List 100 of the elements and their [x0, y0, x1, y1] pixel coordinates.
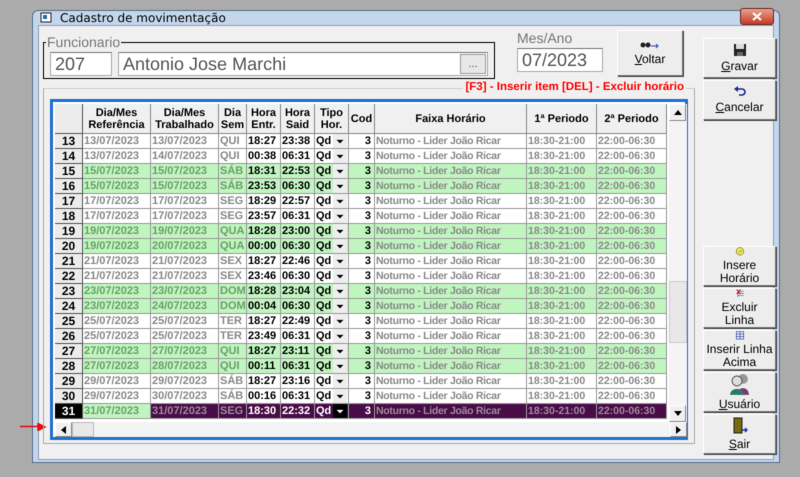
- field-label: Mes/Ano: [517, 30, 574, 46]
- table-cell: 3: [349, 284, 375, 299]
- table-cell: 19/07/2023: [83, 239, 151, 254]
- toolbar-button[interactable]: Insere Horário: [703, 246, 776, 286]
- caret-icon: [333, 239, 347, 253]
- type-dropdown[interactable]: Qd: [315, 239, 349, 254]
- type-dropdown[interactable]: Qd: [315, 344, 349, 359]
- toolbar-button[interactable]: Cancelar: [703, 80, 776, 120]
- caret-icon: [333, 149, 347, 163]
- table-cell: 18:30-21:00: [527, 299, 597, 314]
- toolbar-button[interactable]: Excluir Linha: [703, 288, 776, 328]
- column-header[interactable]: Dia Sem: [219, 104, 247, 134]
- row-number[interactable]: 28: [55, 359, 83, 374]
- table-cell: 06:30: [281, 239, 315, 254]
- table-cell: 22:00-06:30: [597, 179, 667, 194]
- binoculars-icon: [640, 40, 660, 50]
- month-year-field[interactable]: 07/2023: [517, 48, 603, 72]
- lookup-button[interactable]: ...: [460, 54, 486, 74]
- row-number[interactable]: 14: [55, 149, 83, 164]
- table-cell: 00:00: [247, 239, 281, 254]
- table-cell: 18:30-21:00: [527, 284, 597, 299]
- row-number[interactable]: 22: [55, 269, 83, 284]
- row-number[interactable]: 24: [55, 299, 83, 314]
- table-cell: 23:00: [281, 224, 315, 239]
- column-header[interactable]: Hora Entr.: [247, 104, 281, 134]
- table-cell: 3: [349, 299, 375, 314]
- row-number[interactable]: 15: [55, 164, 83, 179]
- table-cell: 19/07/2023: [83, 224, 151, 239]
- toolbar-button[interactable]: Sair: [703, 414, 776, 454]
- table-cell: DOM: [219, 299, 247, 314]
- caret-icon: [333, 299, 347, 313]
- type-dropdown[interactable]: Qd: [315, 284, 349, 299]
- row-number[interactable]: 25: [55, 314, 83, 329]
- table-cell: 3: [349, 359, 375, 374]
- toolbar-button[interactable]: Usuário: [703, 372, 776, 412]
- table-cell: 23:53: [247, 179, 281, 194]
- table-cell: Noturno - Lider João Ricar: [375, 224, 527, 239]
- table-cell: Noturno - Lider João Ricar: [375, 299, 527, 314]
- table-cell: 3: [349, 239, 375, 254]
- type-dropdown[interactable]: Qd: [315, 299, 349, 314]
- row-number[interactable]: 17: [55, 194, 83, 209]
- row-number[interactable]: 13: [55, 134, 83, 149]
- row-number[interactable]: 23: [55, 284, 83, 299]
- table-cell: 27/07/2023: [83, 359, 151, 374]
- type-dropdown[interactable]: Qd: [315, 224, 349, 239]
- toolbar-button[interactable]: Inserir Linha Acima: [703, 330, 776, 370]
- users-icon: [728, 373, 752, 395]
- type-dropdown[interactable]: Qd: [315, 404, 349, 419]
- table-cell: Noturno - Lider João Ricar: [375, 284, 527, 299]
- column-header[interactable]: 2ª Periodo: [597, 104, 667, 134]
- row-number[interactable]: 26: [55, 329, 83, 344]
- table-cell: 18:28: [247, 224, 281, 239]
- close-button[interactable]: [740, 8, 774, 24]
- scrollbar-thumb[interactable]: [669, 281, 687, 343]
- row-number[interactable]: 21: [55, 254, 83, 269]
- table-cell: Noturno - Lider João Ricar: [375, 239, 527, 254]
- row-number[interactable]: 18: [55, 209, 83, 224]
- vertical-scrollbar[interactable]: [669, 104, 687, 422]
- column-header[interactable]: Hora Said: [281, 104, 315, 134]
- column-header[interactable]: Dia/Mes Trabalhado: [151, 104, 219, 134]
- table-cell: 27/07/2023: [151, 344, 219, 359]
- column-header[interactable]: Tipo Hor.: [315, 104, 349, 134]
- table-cell: Noturno - Lider João Ricar: [375, 404, 527, 419]
- close-icon: [752, 12, 762, 20]
- table-cell: DOM: [219, 284, 247, 299]
- down-arrow-icon: [674, 411, 682, 416]
- row-number[interactable]: 31: [55, 404, 83, 419]
- row-number[interactable]: 20: [55, 239, 83, 254]
- table-cell: 3: [349, 164, 375, 179]
- type-dropdown[interactable]: Qd: [315, 164, 349, 179]
- row-number[interactable]: 16: [55, 179, 83, 194]
- column-header[interactable]: Cod: [349, 104, 375, 134]
- column-header[interactable]: Dia/Mes Referência: [83, 104, 151, 134]
- row-number[interactable]: 27: [55, 344, 83, 359]
- type-dropdown[interactable]: Qd: [315, 359, 349, 374]
- caret-icon: [333, 374, 347, 388]
- table-cell: 31/07/2023: [83, 404, 151, 419]
- toolbar-button[interactable]: Gravar: [703, 38, 776, 78]
- scrollbar-thumb[interactable]: [72, 422, 94, 437]
- row-number[interactable]: 19: [55, 224, 83, 239]
- code-field[interactable]: 207: [50, 52, 112, 76]
- column-header[interactable]: 1ª Periodo: [527, 104, 597, 134]
- table-cell: 18:27: [247, 344, 281, 359]
- row-number[interactable]: 29: [55, 374, 83, 389]
- caret-icon: [333, 284, 347, 298]
- door-exit-icon: [732, 416, 748, 435]
- caret-icon: [333, 389, 347, 403]
- table-cell: 22:00-06:30: [597, 284, 667, 299]
- name-field[interactable]: Antonio Jose Marchi ...: [118, 52, 488, 76]
- caret-icon: [333, 134, 347, 148]
- table-cell: 22:00-06:30: [597, 359, 667, 374]
- caret-icon: [333, 254, 347, 268]
- column-header[interactable]: Faixa Horário: [375, 104, 527, 134]
- row-number[interactable]: 30: [55, 389, 83, 404]
- type-dropdown[interactable]: Qd: [315, 179, 349, 194]
- back-button[interactable]: Voltar: [617, 30, 683, 76]
- table-cell: 23/07/2023: [83, 299, 151, 314]
- table-cell: 06:30: [281, 179, 315, 194]
- horizontal-scrollbar[interactable]: [55, 422, 687, 437]
- table-cell: QUA: [219, 239, 247, 254]
